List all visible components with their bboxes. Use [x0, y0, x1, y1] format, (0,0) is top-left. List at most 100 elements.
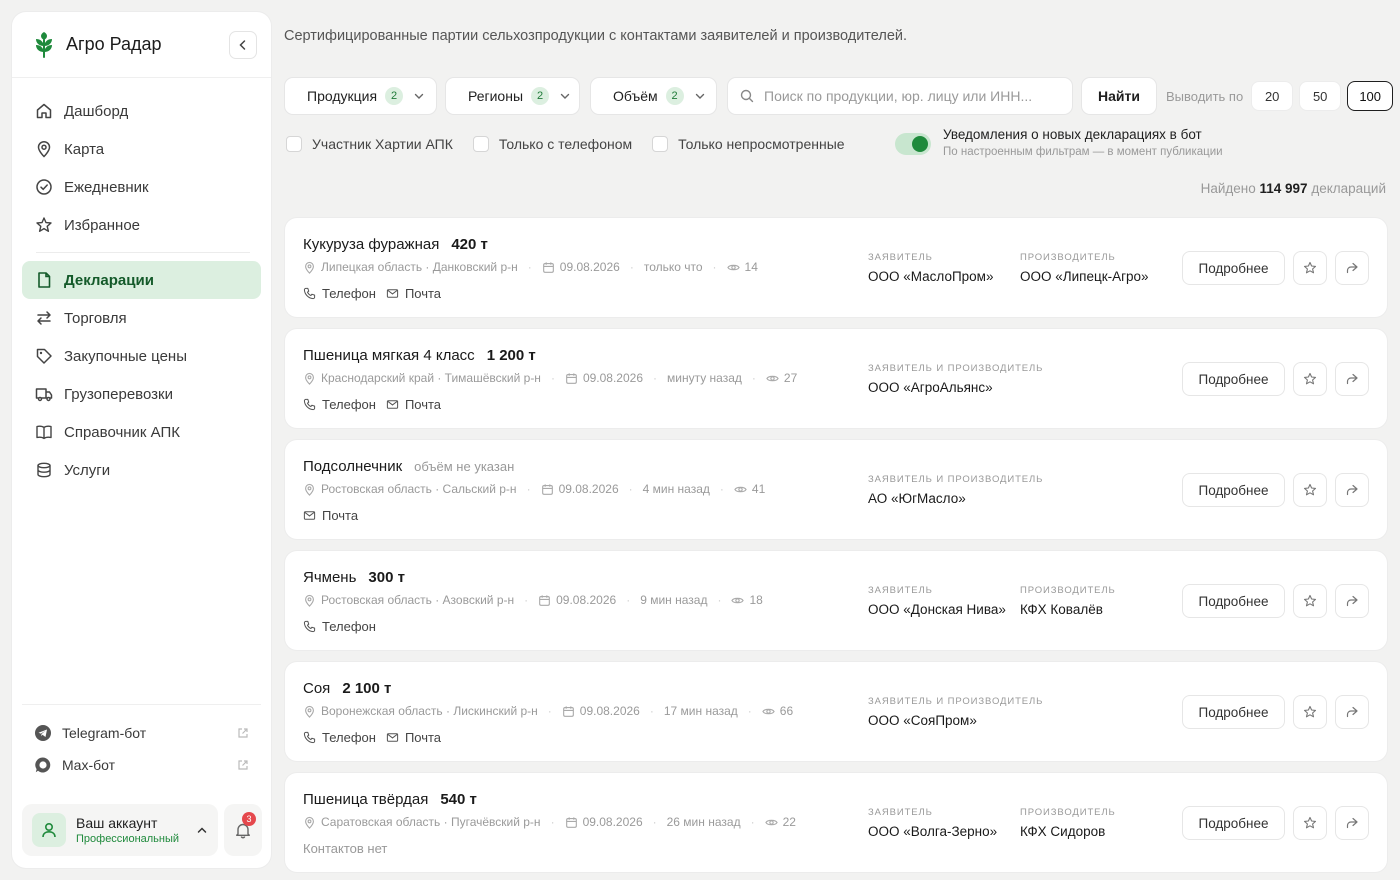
details-button[interactable]: Подробнее	[1182, 362, 1285, 396]
nav-item-dashboard[interactable]: Дашборд	[22, 92, 261, 130]
products-filter-dropdown[interactable]: Продукция 2	[284, 77, 437, 115]
favorite-button[interactable]	[1293, 251, 1327, 285]
favorite-button[interactable]	[1293, 362, 1327, 396]
favorite-button[interactable]	[1293, 584, 1327, 618]
declaration-card[interactable]: Пшеница мягкая 4 класс 1 200 т Краснодарск…	[285, 329, 1387, 428]
wheat-logo-icon	[36, 31, 52, 58]
details-button[interactable]: Подробнее	[1182, 695, 1285, 729]
phone-contact-link[interactable]: Телефон	[303, 619, 376, 634]
email-contact-link[interactable]: Почта	[386, 397, 441, 412]
phone-icon	[303, 287, 316, 300]
nav-item-services[interactable]: Услуги	[22, 451, 261, 489]
share-button[interactable]	[1335, 695, 1369, 729]
applicant-producer: Заявитель и производитель ООО «СояПром»	[868, 696, 1128, 729]
contacts: Телефон Почта	[303, 286, 451, 301]
unviewed-only-checkbox[interactable]: Только непросмотренные	[652, 130, 845, 158]
party-label: Производитель	[1020, 807, 1116, 818]
nav-item-freight[interactable]: Грузоперевозки	[22, 375, 261, 413]
applicant-name[interactable]: ООО «АгроАльянс»	[868, 379, 1128, 396]
share-button[interactable]	[1335, 584, 1369, 618]
declaration-card[interactable]: Кукуруза фуражная 420 т Липецкая область ·…	[285, 218, 1387, 317]
find-button[interactable]: Найти	[1081, 77, 1157, 115]
volume-value: объём не указан	[414, 459, 515, 474]
separator-dot: ·	[628, 482, 633, 496]
producer: Производитель КФХ Сидоров	[1020, 807, 1190, 840]
with-phone-checkbox[interactable]: Только с телефоном	[472, 130, 632, 158]
volume-filter-dropdown[interactable]: Объём 2	[590, 77, 717, 115]
share-button[interactable]	[1335, 473, 1369, 507]
details-button[interactable]: Подробнее	[1182, 473, 1285, 507]
producer-name[interactable]: КФХ Ковалёв	[1020, 601, 1190, 618]
checkbox-box[interactable]	[652, 136, 669, 152]
nav-item-trade[interactable]: Торговля	[22, 299, 261, 337]
declaration-title: Соя 2 100 т	[303, 680, 391, 697]
checkbox-box[interactable]	[472, 136, 489, 152]
separator-dot: ·	[547, 704, 552, 718]
views-count: 22	[782, 815, 796, 829]
details-button[interactable]: Подробнее	[1182, 251, 1285, 285]
separator-dot: ·	[719, 482, 724, 496]
details-button[interactable]: Подробнее	[1182, 806, 1285, 840]
email-contact-link[interactable]: Почта	[386, 730, 441, 745]
applicant-name[interactable]: ООО «МаслоПром»	[868, 268, 1010, 285]
producer-name[interactable]: ООО «Липецк-Агро»	[1020, 268, 1190, 285]
collapse-sidebar-button[interactable]	[229, 30, 257, 59]
per-page-20-button[interactable]: 20	[1251, 81, 1294, 111]
declaration-title: Кукуруза фуражная 420 т	[303, 236, 488, 253]
declaration-card[interactable]: Ячмень 300 т Ростовская область · Азовский…	[285, 551, 1387, 650]
telegram-bot-link[interactable]: Telegram-бот	[22, 717, 261, 749]
applicant: Заявитель ООО «Волга-Зерно»	[868, 807, 1010, 840]
per-page-100-button[interactable]: 100	[1347, 81, 1394, 111]
applicant-name[interactable]: ООО «СояПром»	[868, 712, 1128, 729]
views-count: 14	[744, 260, 758, 274]
notifications-button[interactable]: 3	[224, 804, 262, 856]
email-label: Почта	[322, 508, 359, 523]
max-bot-link[interactable]: Max-бот	[22, 749, 261, 781]
location-text: Ростовская область · Сальский р-н	[321, 482, 517, 496]
favorite-button[interactable]	[1293, 806, 1327, 840]
share-button[interactable]	[1335, 362, 1369, 396]
phone-contact-link[interactable]: Телефон	[303, 397, 376, 412]
nav-item-map[interactable]: Карта	[22, 130, 261, 168]
email-contact-link[interactable]: Почта	[303, 508, 358, 523]
applicant-name[interactable]: АО «ЮгМасло»	[868, 490, 1128, 507]
checkbox-label: Участник Хартии АПК	[312, 136, 453, 152]
phone-contact-link[interactable]: Телефон	[303, 286, 376, 301]
separator-dot: ·	[524, 593, 529, 607]
account-menu[interactable]: Ваш аккаунт Профессиональный	[22, 804, 218, 856]
favorite-button[interactable]	[1293, 473, 1327, 507]
details-button[interactable]: Подробнее	[1182, 584, 1285, 618]
favorite-button[interactable]	[1293, 695, 1327, 729]
party-label: Заявитель и производитель	[868, 696, 1044, 707]
separator-dot: ·	[653, 371, 657, 385]
search-input[interactable]	[764, 88, 1060, 104]
brand: Агро Радар	[12, 12, 271, 78]
bot-notifications-toggle[interactable]	[895, 133, 931, 155]
notification-count-badge: 3	[242, 812, 256, 826]
applicant-name[interactable]: ООО «Донская Нива»	[868, 601, 1010, 618]
found-prefix: Найдено	[1200, 181, 1256, 196]
nav-item-declarations[interactable]: Декларации	[22, 261, 261, 299]
declaration-card[interactable]: Подсолнечник объём не указан Ростовская об…	[285, 440, 1387, 539]
apk-charter-checkbox[interactable]: Участник Хартии АПК	[286, 130, 453, 158]
checkbox-box[interactable]	[286, 136, 302, 152]
nav-item-planner[interactable]: Ежедневник	[22, 168, 261, 206]
producer-name[interactable]: КФХ Сидоров	[1020, 823, 1190, 840]
contacts: Почта	[303, 508, 368, 523]
applicant-name[interactable]: ООО «Волга-Зерно»	[868, 823, 1010, 840]
declaration-card[interactable]: Пшеница твёрдая 540 т Саратовская область …	[285, 773, 1387, 872]
nav-item-favorites[interactable]: Избранное	[22, 206, 261, 244]
volume-value: 540 т	[440, 791, 477, 808]
declaration-card[interactable]: Соя 2 100 т Воронежская область · Лискинск…	[285, 662, 1387, 761]
regions-filter-dropdown[interactable]: Регионы 2	[445, 77, 580, 115]
share-button[interactable]	[1335, 806, 1369, 840]
share-button[interactable]	[1335, 251, 1369, 285]
per-page-50-button[interactable]: 50	[1299, 81, 1342, 111]
nav-item-directory[interactable]: Справочник АПК	[22, 413, 261, 451]
email-contact-link[interactable]: Почта	[386, 286, 441, 301]
nav-item-prices[interactable]: Закупочные цены	[22, 337, 261, 375]
product-name: Пшеница твёрдая	[303, 791, 429, 808]
product-name: Пшеница мягкая 4 класс	[303, 347, 475, 364]
phone-contact-link[interactable]: Телефон	[303, 730, 376, 745]
phone-label: Телефон	[322, 730, 376, 745]
